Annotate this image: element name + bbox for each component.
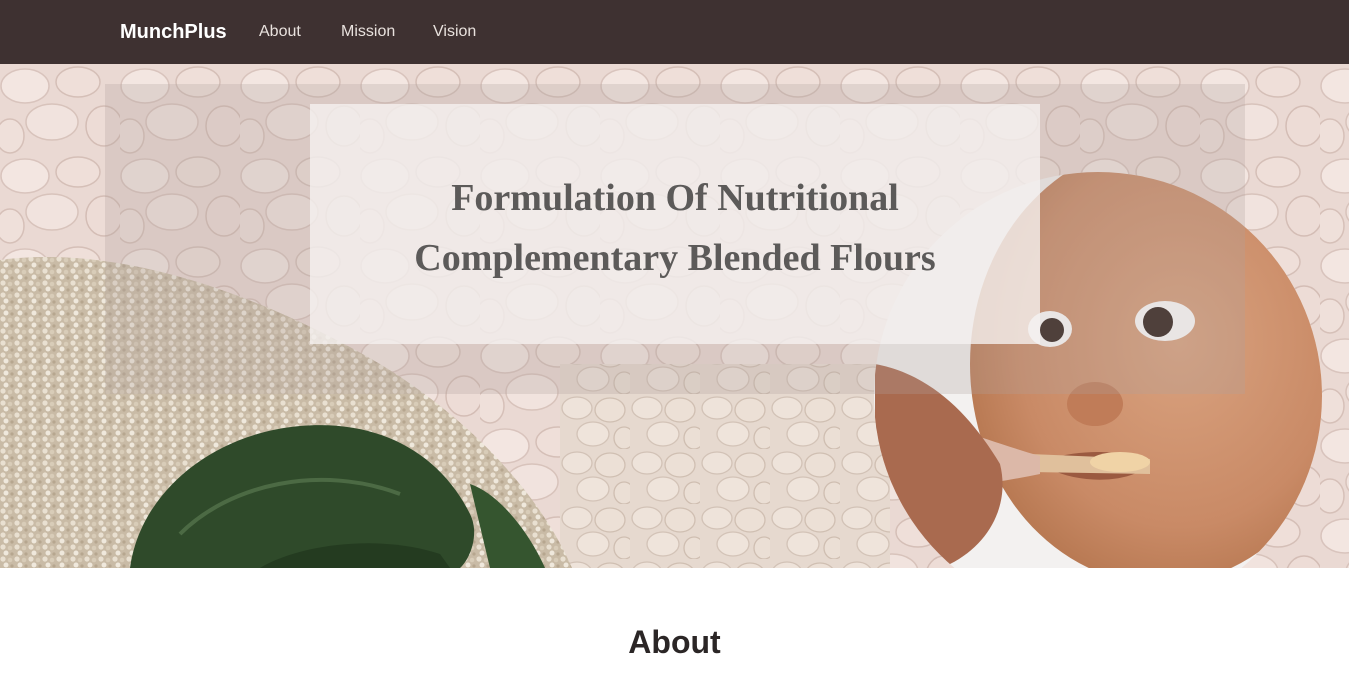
nav-link-vision[interactable]: Vision <box>433 23 476 41</box>
top-navbar: MunchPlus About Mission Vision <box>0 0 1349 64</box>
about-section-heading: About <box>628 624 721 660</box>
hero-title-line-1: Formulation Of Nutritional <box>451 177 899 219</box>
hero-title-line-2: Complementary Blended Flours <box>414 237 936 279</box>
brand-logo-link[interactable]: MunchPlus <box>120 20 227 44</box>
nav-link-mission[interactable]: Mission <box>341 23 395 41</box>
nav-link-about[interactable]: About <box>259 23 301 41</box>
hero-banner: Formulation Of Nutritional Complementary… <box>0 64 1349 568</box>
hero-title: Formulation Of Nutritional Complementary… <box>310 168 1040 288</box>
